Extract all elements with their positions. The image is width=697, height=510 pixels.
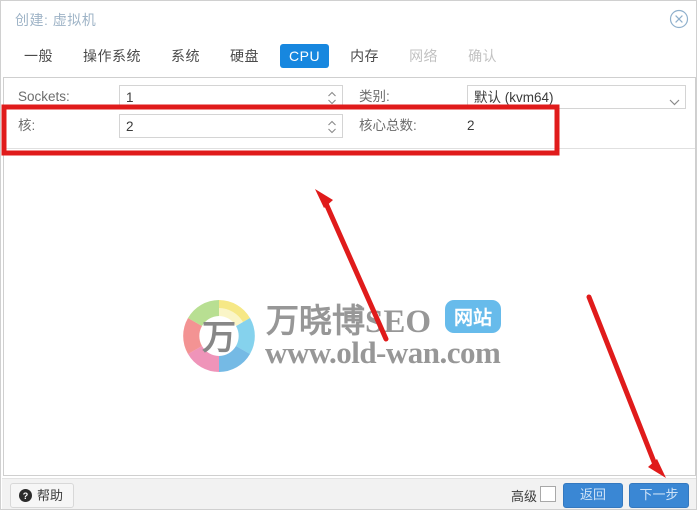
tab-confirm: 确认	[468, 48, 498, 64]
page-title: 创建: 虚拟机	[15, 12, 97, 28]
watermark-badge: 网站	[445, 300, 502, 333]
chevron-down-icon	[669, 93, 680, 106]
cores-value: 2	[126, 119, 134, 134]
tab-network: 网络	[409, 48, 439, 64]
next-button[interactable]: 下一步	[629, 483, 689, 508]
wizard-tabbar: 一般 操作系统 系统 硬盘 CPU 内存 网络 确认	[1, 37, 696, 75]
form-row-sockets: Sockets: 1 类别: 默认 (kvm64)	[4, 85, 695, 114]
cores-stepper[interactable]	[326, 117, 338, 137]
tab-general[interactable]: 一般	[15, 44, 62, 68]
sockets-label: Sockets:	[18, 89, 70, 104]
advanced-checkbox[interactable]	[540, 486, 556, 502]
sockets-value: 1	[126, 90, 134, 105]
cpu-type-value: 默认 (kvm64)	[474, 90, 554, 105]
back-button[interactable]: 返回	[563, 483, 623, 508]
dialog-footer: ? 帮助 高级 返回 下一步	[2, 478, 696, 509]
watermark-url: www.old-wan.com	[265, 335, 501, 370]
watermark: 万 万晓博SEO 网站 www.old-wan.com	[176, 290, 536, 380]
help-button-label: 帮助	[37, 488, 64, 503]
sockets-input[interactable]: 1	[119, 85, 343, 109]
help-button[interactable]: ? 帮助	[10, 483, 75, 508]
advanced-label: 高级	[510, 489, 537, 504]
dialog-titlebar: 创建: 虚拟机	[1, 1, 696, 38]
cores-label: 核:	[18, 118, 36, 133]
cores-input[interactable]: 2	[119, 114, 343, 138]
tab-memory[interactable]: 内存	[341, 44, 388, 68]
tab-cpu[interactable]: CPU	[280, 44, 330, 68]
svg-text:?: ?	[23, 491, 29, 501]
question-mark-icon: ?	[19, 489, 32, 502]
type-label: 类别:	[359, 89, 390, 104]
tab-system[interactable]: 系统	[162, 44, 209, 68]
form-divider	[4, 148, 695, 149]
total-cores-label: 核心总数:	[359, 118, 417, 133]
watermark-logo-icon: 万	[176, 293, 262, 379]
cpu-type-select[interactable]: 默认 (kvm64)	[467, 85, 686, 109]
watermark-brand: 万晓博SEO	[266, 304, 432, 340]
tab-disk[interactable]: 硬盘	[221, 44, 268, 68]
form-row-cores: 核: 2 核心总数: 2	[4, 114, 695, 143]
tab-os[interactable]: 操作系统	[74, 44, 150, 68]
close-icon[interactable]	[669, 9, 689, 29]
cpu-settings-panel: Sockets: 1 类别: 默认 (kvm64) 核: 2 核心总数: 2 万…	[3, 77, 696, 476]
total-cores-value: 2	[467, 118, 475, 133]
create-vm-dialog: 创建: 虚拟机 一般 操作系统 系统 硬盘 CPU 内存 网络 确认 Socke…	[0, 0, 697, 510]
svg-text:万: 万	[202, 320, 236, 357]
sockets-stepper[interactable]	[326, 88, 338, 108]
